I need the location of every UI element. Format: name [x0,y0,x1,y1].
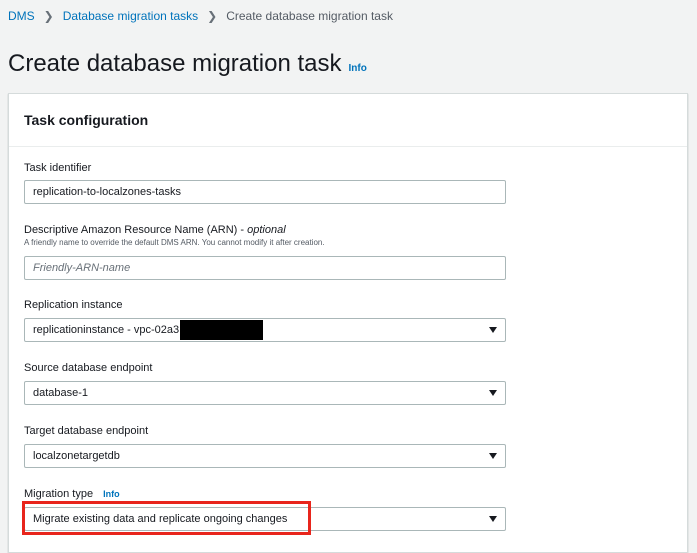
breadcrumb-current: Create database migration task [226,9,393,23]
panel-title: Task configuration [9,94,687,147]
arn-label-group: Descriptive Amazon Resource Name (ARN) -… [24,224,325,247]
chevron-right-icon: ❯ [43,9,54,23]
migration-type-label-group: Migration type Info [24,488,120,500]
arn-label-text: Descriptive Amazon Resource Name (ARN) - [24,224,248,236]
chevron-right-icon: ❯ [207,9,218,23]
redacted-block [180,320,264,340]
migration-type-info-link[interactable]: Info [103,489,120,499]
target-endpoint-value: localzonetargetdb [33,450,120,462]
caret-down-icon [489,390,497,396]
source-endpoint-value: database-1 [33,387,89,399]
breadcrumb: DMS ❯ Database migration tasks ❯ Create … [8,9,393,23]
caret-down-icon [489,516,497,522]
arn-optional: optional [247,224,286,236]
target-endpoint-select[interactable]: localzonetargetdb [24,444,506,468]
migration-type-value: Migrate existing data and replicate ongo… [33,513,288,525]
task-configuration-panel: Task configuration Task identifier repli… [8,93,688,553]
caret-down-icon [489,327,497,333]
target-endpoint-label: Target database endpoint [24,425,149,437]
task-identifier-label: Task identifier [24,162,92,174]
page-info-link[interactable]: Info [349,63,367,74]
breadcrumb-migration-tasks[interactable]: Database migration tasks [63,9,198,23]
migration-type-label: Migration type [24,488,94,500]
page-title-text: Create database migration task [8,50,342,77]
migration-type-select[interactable]: Migrate existing data and replicate ongo… [24,507,506,531]
source-endpoint-select[interactable]: database-1 [24,381,506,405]
arn-input[interactable]: Friendly-ARN-name [24,256,506,280]
arn-label: Descriptive Amazon Resource Name (ARN) -… [24,224,325,236]
page-title: Create database migration task Info [8,50,367,78]
replication-instance-label: Replication instance [24,299,123,311]
task-identifier-input[interactable]: replication-to-localzones-tasks [24,180,506,204]
caret-down-icon [489,453,497,459]
arn-description: A friendly name to override the default … [24,238,325,247]
source-endpoint-label: Source database endpoint [24,362,153,374]
replication-instance-value: replicationinstance - vpc-02a3 [33,324,180,336]
replication-instance-select[interactable]: replicationinstance - vpc-02a3 [24,318,506,342]
breadcrumb-dms[interactable]: DMS [8,9,35,23]
